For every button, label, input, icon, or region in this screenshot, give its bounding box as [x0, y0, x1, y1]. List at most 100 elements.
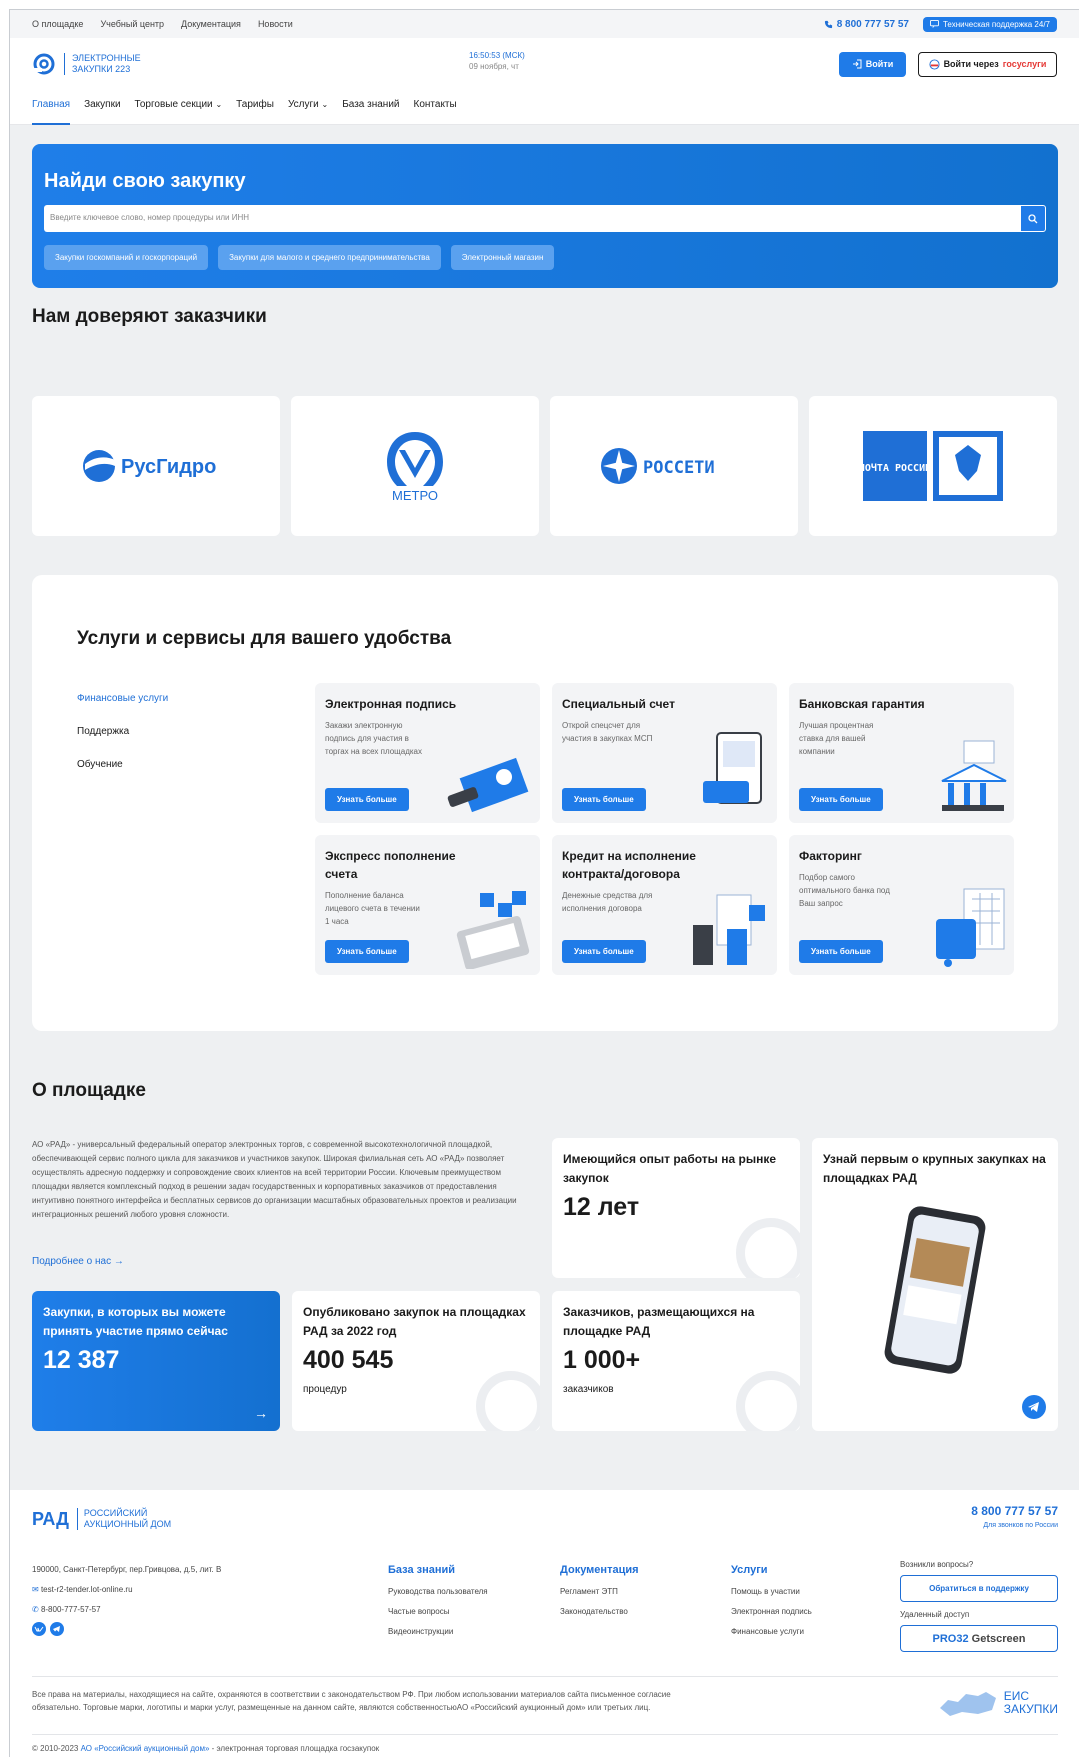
- chat-icon: [930, 20, 939, 28]
- chevron-down-icon: ⌄: [321, 100, 329, 109]
- site-logo[interactable]: ЭЛЕКТРОННЫЕ ЗАКУПКИ 223: [32, 52, 141, 76]
- nav-contacts[interactable]: Контакты: [414, 90, 457, 125]
- stat-available-now[interactable]: Закупки, в которых вы можете принять уча…: [32, 1291, 280, 1431]
- stat-value: 12 387: [43, 1346, 120, 1374]
- watermark-logo-icon: [476, 1371, 540, 1431]
- partner-card-rushydro[interactable]: РусГидро: [32, 396, 280, 536]
- service-desc: Лучшая процентная ставка для вашей компа…: [799, 721, 874, 756]
- support-badge-label: Техническая поддержка 24/7: [942, 19, 1050, 29]
- nav-knowledge-base[interactable]: База знаний: [342, 90, 399, 125]
- top-phone[interactable]: 8 800 777 57 57: [824, 19, 909, 30]
- footer-col-knowledge: База знаний Руководства пользователя Час…: [388, 1560, 488, 1642]
- learn-more-button[interactable]: Узнать больше: [562, 788, 646, 811]
- chip-state-companies[interactable]: Закупки госкомпаний и госкорпораций: [44, 245, 209, 270]
- service-title: Специальный счет: [562, 697, 675, 711]
- search-hero: Найди свою закупку Введите ключевое слов…: [32, 144, 1058, 288]
- partner-card-rosseti[interactable]: РОССЕТИ: [550, 396, 798, 536]
- services-tab-support[interactable]: Поддержка: [77, 726, 168, 737]
- nav-trade-sections[interactable]: Торговые секции ⌄: [135, 90, 223, 125]
- about-more-label: Подробнее о нас: [32, 1256, 112, 1267]
- usb-token-icon: [447, 757, 529, 813]
- gosuslugi-login-button[interactable]: Войти через госуслуги: [918, 51, 1057, 77]
- stat-value: 400 545: [303, 1346, 394, 1374]
- footer-logo[interactable]: РАД РОССИЙСКИЙ АУКЦИОННЫЙ ДОМ: [32, 1508, 171, 1530]
- stat-value: 1 000+: [563, 1346, 641, 1374]
- nav-trade-sections-label: Торговые секции: [134, 99, 213, 110]
- contact-support-button[interactable]: Обратиться в поддержку: [900, 1575, 1058, 1602]
- partner-card-pochta[interactable]: ПОЧТА РОССИИ: [809, 396, 1057, 536]
- rad-logo-mark: РАД: [32, 1508, 69, 1529]
- support-badge[interactable]: Техническая поддержка 24/7: [922, 16, 1057, 32]
- vk-icon[interactable]: [32, 1622, 46, 1636]
- footer-link[interactable]: Частые вопросы: [388, 1602, 488, 1622]
- footer-link[interactable]: Законодательство: [560, 1602, 639, 1622]
- arrow-right-icon: →: [113, 1256, 124, 1267]
- phone-icon: [824, 20, 832, 28]
- learn-more-button[interactable]: Узнать больше: [799, 940, 883, 963]
- telegram-icon[interactable]: [1022, 1395, 1046, 1419]
- footer-link[interactable]: Электронная подпись: [731, 1602, 812, 1622]
- service-card-special-account[interactable]: Специальный счет Открой спецсчет для уча…: [552, 683, 777, 823]
- chip-e-shop[interactable]: Электронный магазин: [450, 245, 555, 270]
- footer-email[interactable]: ✉ test-r2-tender.lot-online.ru: [32, 1580, 221, 1600]
- partner-card-metro[interactable]: МЕТРО: [291, 396, 539, 536]
- stat-caption: Закупки, в которых вы можете принять уча…: [43, 1305, 228, 1338]
- service-card-factoring[interactable]: Факторинг Подбор самого оптимального бан…: [789, 835, 1014, 975]
- learn-more-button[interactable]: Узнать больше: [799, 788, 883, 811]
- search-input[interactable]: Введите ключевое слово, номер процедуры …: [44, 205, 1020, 232]
- top-link-news[interactable]: Новости: [258, 19, 293, 29]
- footer-phone[interactable]: 8 800 777 57 57 Для звонков по России: [971, 1504, 1058, 1529]
- watermark-logo-icon: [736, 1371, 800, 1431]
- services-title: Услуги и сервисы для вашего удобства: [77, 628, 452, 649]
- nav-services[interactable]: Услуги ⌄: [288, 90, 328, 125]
- footer-col-title[interactable]: Услуги: [731, 1560, 812, 1580]
- partner-label-metro: МЕТРО: [392, 488, 438, 503]
- service-card-e-signature[interactable]: Электронная подпись Закажи электронную п…: [315, 683, 540, 823]
- top-link-training[interactable]: Учебный центр: [100, 19, 164, 29]
- footer-tel[interactable]: ✆ 8-800-777-57-57: [32, 1600, 221, 1620]
- top-link-about[interactable]: О площадке: [32, 19, 83, 29]
- telegram-icon[interactable]: [50, 1622, 64, 1636]
- eis-logo[interactable]: ЕИС ЗАКУПКИ: [938, 1688, 1058, 1718]
- learn-more-button[interactable]: Узнать больше: [562, 940, 646, 963]
- search-icon: [1028, 213, 1038, 223]
- chip-sme[interactable]: Закупки для малого и среднего предприним…: [218, 245, 441, 270]
- service-card-bank-guarantee[interactable]: Банковская гарантия Лучшая процентная ст…: [789, 683, 1014, 823]
- learn-more-button[interactable]: Узнать больше: [325, 940, 409, 963]
- services-tab-finance[interactable]: Финансовые услуги: [77, 693, 168, 704]
- footer-link[interactable]: Руководства пользователя: [388, 1582, 488, 1602]
- footer-tel-text: 8-800-777-57-57: [40, 1605, 101, 1614]
- gos-brand: госуслуги: [1002, 59, 1047, 69]
- calculator-icon: [456, 891, 530, 969]
- clock-time: 16:50:53 (МСК): [469, 51, 525, 60]
- services-section: Услуги и сервисы для вашего удобства Фин…: [32, 575, 1058, 1031]
- footer-link[interactable]: Регламент ЭТП: [560, 1582, 639, 1602]
- footer-divider: [32, 1676, 1058, 1677]
- service-card-contract-credit[interactable]: Кредит на исполнение контракта/договора …: [552, 835, 777, 975]
- nav-services-label: Услуги: [287, 99, 319, 110]
- login-button[interactable]: Войти: [839, 51, 906, 77]
- copy-suffix: - электронная торговая площадка госзакуп…: [211, 1744, 380, 1753]
- search-button[interactable]: [1020, 205, 1046, 232]
- nav-purchases[interactable]: Закупки: [84, 90, 120, 125]
- getscreen-button[interactable]: PRO32 Getscreen: [900, 1625, 1058, 1652]
- nav-home[interactable]: Главная: [32, 90, 71, 125]
- service-card-express-topup[interactable]: Экспресс пополнение счета Пополнение бал…: [315, 835, 540, 975]
- footer-col-title[interactable]: База знаний: [388, 1560, 488, 1580]
- footer-link[interactable]: Финансовые услуги: [731, 1622, 812, 1642]
- chevron-down-icon: ⌄: [215, 100, 223, 109]
- top-link-docs[interactable]: Документация: [181, 19, 241, 29]
- footer-col-title[interactable]: Документация: [560, 1560, 639, 1580]
- copy-link[interactable]: АО «Российский аукционный дом»: [81, 1744, 210, 1753]
- services-tab-training[interactable]: Обучение: [77, 759, 168, 770]
- footer-link[interactable]: Видеоинструкции: [388, 1622, 488, 1642]
- top-utility-bar: О площадке Учебный центр Документация Но…: [10, 10, 1079, 38]
- about-more-link[interactable]: Подробнее о нас →: [32, 1256, 124, 1267]
- nav-tariffs[interactable]: Тарифы: [236, 90, 274, 125]
- footer-link[interactable]: Помощь в участии: [731, 1582, 812, 1602]
- footer-questions: Возникли вопросы?: [900, 1560, 974, 1569]
- pro32-label: PRO32: [932, 1632, 969, 1645]
- learn-more-button[interactable]: Узнать больше: [325, 788, 409, 811]
- promo-telegram-card[interactable]: Узнай первым о крупных закупках на площа…: [812, 1138, 1058, 1431]
- service-desc: Закажи электронную подпись для участия в…: [325, 721, 422, 756]
